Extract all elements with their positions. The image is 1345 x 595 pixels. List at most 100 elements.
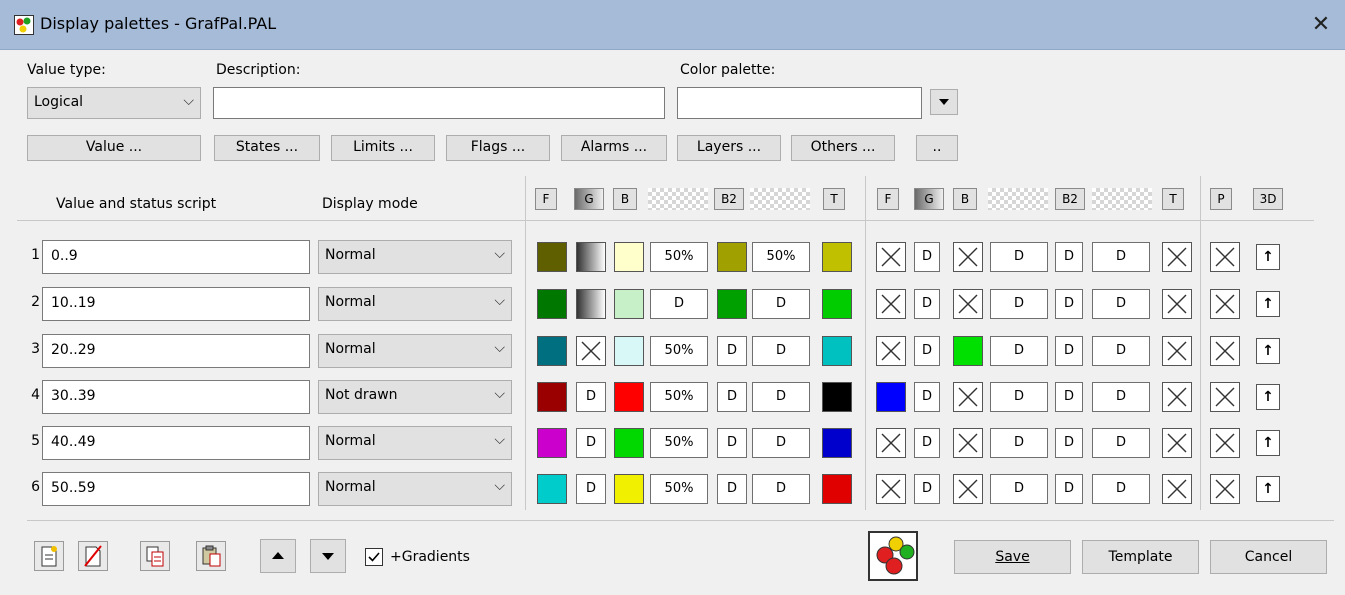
fill2-color[interactable]	[876, 289, 906, 319]
gradient2-cell[interactable]: D	[914, 428, 940, 458]
text-color[interactable]	[822, 336, 852, 366]
opacity2-cell[interactable]: D	[752, 382, 810, 412]
display-mode-select[interactable]: Normal ⌵	[318, 472, 512, 506]
opacity4-cell[interactable]: D	[1092, 474, 1150, 504]
cancel-button[interactable]: Cancel	[1210, 540, 1327, 574]
fill2-color[interactable]	[876, 474, 906, 504]
background4-cell[interactable]: D	[1055, 382, 1083, 412]
paste-button[interactable]	[196, 541, 226, 571]
background2-color[interactable]	[717, 289, 747, 319]
text-color[interactable]	[822, 382, 852, 412]
background3-color[interactable]	[953, 336, 983, 366]
fill-color[interactable]	[537, 242, 567, 272]
raise-3d-button[interactable]: ↑	[1256, 338, 1280, 364]
background4-cell[interactable]: D	[1055, 428, 1083, 458]
text-color-header[interactable]: T	[823, 188, 845, 210]
background2-color[interactable]: D	[717, 474, 747, 504]
text-color[interactable]	[822, 289, 852, 319]
opacity2-cell[interactable]: D	[752, 289, 810, 319]
opacity-cell[interactable]: 50%	[650, 474, 708, 504]
flags-button[interactable]: Flags ...	[446, 135, 550, 161]
p-toggle[interactable]	[1210, 242, 1240, 272]
alarms-button[interactable]: Alarms ...	[561, 135, 667, 161]
background2-color[interactable]: D	[717, 336, 747, 366]
color-palette-dropdown-button[interactable]	[930, 89, 958, 115]
copy-button[interactable]	[140, 541, 170, 571]
background3-color[interactable]	[953, 382, 983, 412]
background3-color[interactable]	[953, 289, 983, 319]
gradient2-cell[interactable]: D	[914, 382, 940, 412]
opacity2-cell[interactable]: D	[752, 336, 810, 366]
opacity-cell[interactable]: D	[650, 289, 708, 319]
p-toggle[interactable]	[1210, 474, 1240, 504]
text-color[interactable]	[822, 428, 852, 458]
fill-color[interactable]	[537, 428, 567, 458]
background3-color[interactable]	[953, 474, 983, 504]
opacity-cell[interactable]: 50%	[650, 336, 708, 366]
save-button[interactable]: Save	[954, 540, 1071, 574]
new-row-button[interactable]	[34, 541, 64, 571]
more-button[interactable]: ..	[916, 135, 958, 161]
script-input[interactable]: 10..19	[42, 287, 310, 321]
opacity4-cell[interactable]: D	[1092, 289, 1150, 319]
text-color[interactable]	[822, 242, 852, 272]
opacity2-cell[interactable]: 50%	[752, 242, 810, 272]
layers-button[interactable]: Layers ...	[677, 135, 781, 161]
p-toggle[interactable]	[1210, 336, 1240, 366]
value-type-select[interactable]: Logical ⌵	[27, 87, 201, 119]
limits-button[interactable]: Limits ...	[331, 135, 435, 161]
script-input[interactable]: 20..29	[42, 334, 310, 368]
text-color2[interactable]	[1162, 336, 1192, 366]
gradient-color[interactable]	[576, 289, 606, 319]
p-toggle[interactable]	[1210, 289, 1240, 319]
background-color[interactable]	[614, 382, 644, 412]
template-button[interactable]: Template	[1082, 540, 1199, 574]
text-color2-header[interactable]: T	[1162, 188, 1184, 210]
fill2-color[interactable]	[876, 242, 906, 272]
fill-color[interactable]	[537, 336, 567, 366]
fill2-color[interactable]	[876, 336, 906, 366]
opacity-cell[interactable]: 50%	[650, 382, 708, 412]
background4-cell[interactable]: D	[1055, 289, 1083, 319]
background-color[interactable]	[614, 242, 644, 272]
raise-3d-button[interactable]: ↑	[1256, 384, 1280, 410]
background4-cell[interactable]: D	[1055, 336, 1083, 366]
text-color2[interactable]	[1162, 242, 1192, 272]
fill-color[interactable]	[537, 474, 567, 504]
delete-row-button[interactable]	[78, 541, 108, 571]
gradient2-cell[interactable]: D	[914, 242, 940, 272]
opacity3-cell[interactable]: D	[990, 428, 1048, 458]
opacity3-cell[interactable]: D	[990, 289, 1048, 319]
display-mode-select[interactable]: Not drawn ⌵	[318, 380, 512, 414]
opacity4-cell[interactable]: D	[1092, 382, 1150, 412]
background-color[interactable]	[614, 474, 644, 504]
opacity4-cell[interactable]: D	[1092, 428, 1150, 458]
raise-3d-button[interactable]: ↑	[1256, 244, 1280, 270]
background2-color[interactable]: D	[717, 382, 747, 412]
gradient-color[interactable]: D	[576, 428, 606, 458]
opacity-cell[interactable]: 50%	[650, 242, 708, 272]
display-mode-select[interactable]: Normal ⌵	[318, 240, 512, 274]
script-input[interactable]: 0..9	[42, 240, 310, 274]
opacity4-cell[interactable]: D	[1092, 242, 1150, 272]
move-down-button[interactable]	[310, 539, 346, 573]
background-header[interactable]: B	[613, 188, 637, 210]
background-color[interactable]	[614, 336, 644, 366]
gradient-color[interactable]: D	[576, 474, 606, 504]
gradient2-cell[interactable]: D	[914, 289, 940, 319]
script-input[interactable]: 30..39	[42, 380, 310, 414]
script-input[interactable]: 50..59	[42, 472, 310, 506]
background2-color[interactable]	[717, 242, 747, 272]
states-button[interactable]: States ...	[214, 135, 320, 161]
text-color[interactable]	[822, 474, 852, 504]
gradient-color[interactable]	[576, 336, 606, 366]
raise-3d-button[interactable]: ↑	[1256, 476, 1280, 502]
p-toggle[interactable]	[1210, 382, 1240, 412]
opacity3-cell[interactable]: D	[990, 242, 1048, 272]
gradient2-header[interactable]: G	[914, 188, 944, 210]
color-palette-input[interactable]	[677, 87, 922, 119]
fill-color[interactable]	[537, 382, 567, 412]
background3-color[interactable]	[953, 242, 983, 272]
value-button[interactable]: Value ...	[27, 135, 201, 161]
gradients-checkbox[interactable]	[365, 548, 383, 566]
